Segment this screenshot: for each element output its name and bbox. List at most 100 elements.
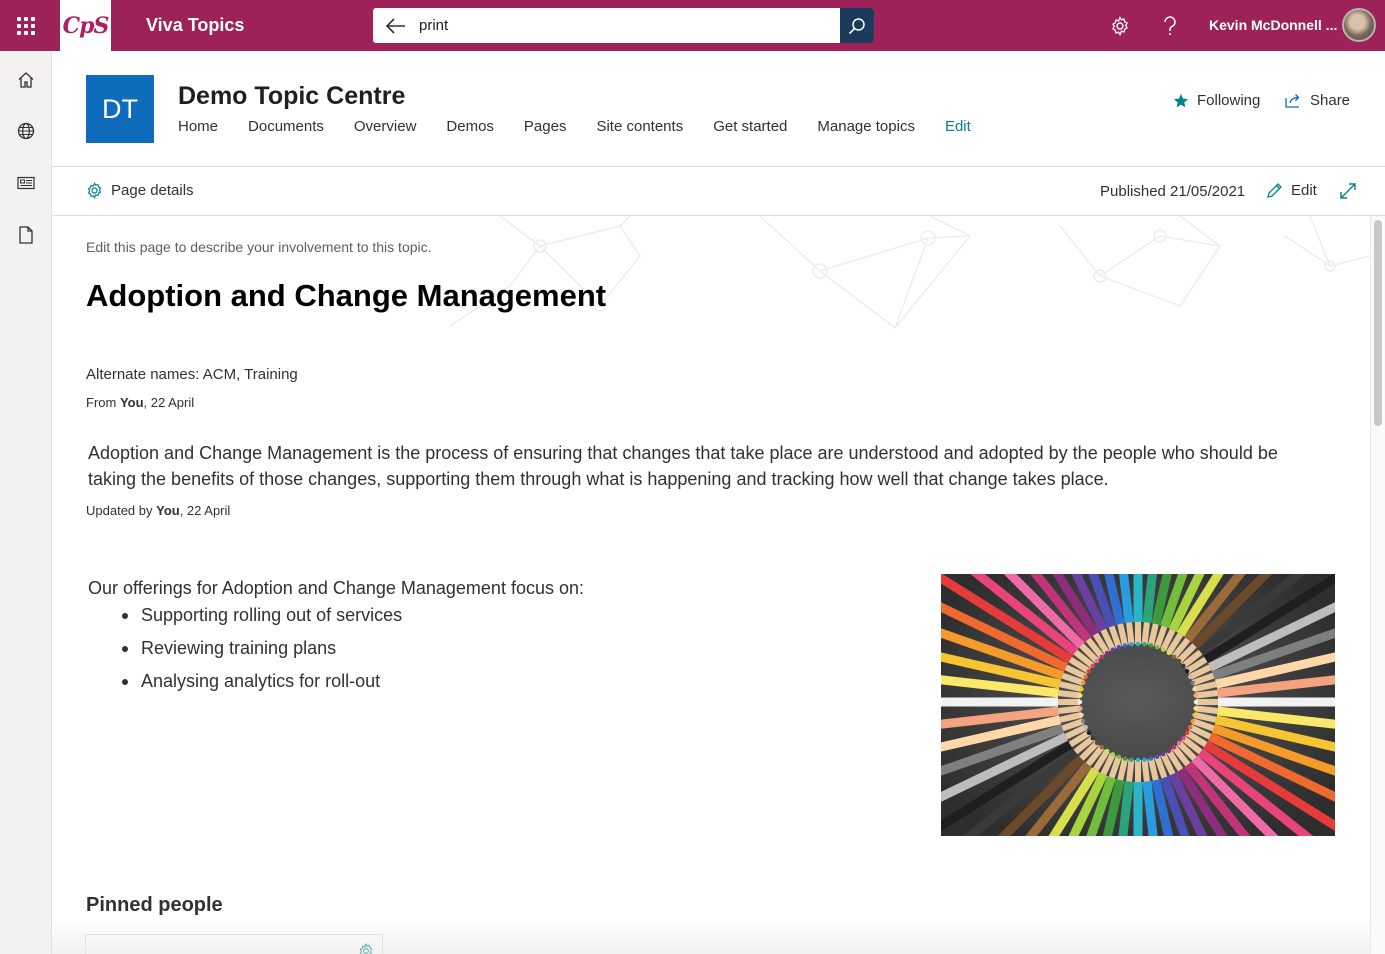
page-details-label: Page details [111, 182, 194, 199]
pencil-lead [1083, 724, 1088, 730]
nav-pages[interactable]: Pages [524, 118, 567, 135]
pencil-lead [1077, 699, 1083, 705]
updated-author[interactable]: You [156, 503, 180, 518]
site-navigation: Home Documents Overview Demos Pages Site… [178, 118, 1001, 135]
pencil-lead [1078, 693, 1083, 698]
pencil-lead [1116, 754, 1122, 759]
pinned-person-card[interactable] [85, 934, 383, 954]
pencil-lead [1083, 674, 1088, 680]
list-item: Analysing analytics for roll-out [121, 670, 402, 703]
share-icon [1285, 94, 1300, 108]
search-box [373, 8, 874, 43]
search-icon[interactable] [840, 8, 874, 43]
pencil-lead [1090, 663, 1095, 669]
nav-overview[interactable]: Overview [354, 118, 417, 135]
page-scrollbar[interactable] [1370, 216, 1385, 954]
list-item: Reviewing training plans [121, 637, 402, 670]
published-date: Published 21/05/2021 [1100, 183, 1246, 200]
nav-manage-topics[interactable]: Manage topics [817, 118, 915, 135]
pencil-lead [1154, 645, 1160, 650]
from-author[interactable]: You [120, 395, 144, 410]
site-title[interactable]: Demo Topic Centre [178, 82, 405, 111]
nav-demos[interactable]: Demos [446, 118, 494, 135]
from-date: , 22 April [143, 395, 195, 410]
pencil-lead [1099, 745, 1105, 750]
updated-prefix: Updated by [86, 503, 157, 518]
pencil-lead [1094, 658, 1100, 664]
pencil-lead [1086, 668, 1092, 674]
help-icon[interactable] [1157, 13, 1183, 39]
pencil-lead [1116, 645, 1122, 650]
pencil-lead [1166, 748, 1172, 754]
following-button[interactable]: Following [1173, 92, 1260, 109]
search-input[interactable] [419, 8, 840, 43]
news-icon[interactable] [14, 171, 38, 195]
pinned-people-heading: Pinned people [86, 894, 223, 916]
pencil-tip [1195, 690, 1218, 699]
updated-attribution: Updated by You, 22 April [86, 503, 230, 518]
app-launcher-icon[interactable] [0, 0, 51, 51]
following-label: Following [1197, 92, 1261, 109]
org-logo-text: CpS [62, 12, 110, 39]
gear-icon [87, 182, 102, 199]
page-details-button[interactable]: Page details [86, 182, 194, 199]
back-arrow-icon[interactable] [373, 8, 419, 43]
app-title[interactable]: Viva Topics [146, 15, 244, 36]
pencil-lead [1160, 647, 1166, 652]
pencil-lead [1176, 740, 1182, 746]
pencil-icon [1267, 183, 1282, 198]
pencil-lead [1190, 718, 1195, 724]
pencil-lead [1154, 754, 1160, 759]
pencil-tip [1126, 759, 1135, 782]
pencil-lead [1081, 718, 1086, 724]
pencil-lead [1090, 735, 1095, 741]
settings-gear-icon[interactable] [1107, 13, 1133, 39]
pencil-lead [1160, 752, 1166, 757]
pencil-lead [1079, 686, 1084, 692]
pencil-lead [1104, 650, 1110, 656]
home-icon[interactable] [14, 68, 38, 92]
edit-page-button[interactable]: Edit [1266, 182, 1317, 199]
scroll-thumb[interactable] [1374, 220, 1382, 426]
user-avatar[interactable] [1342, 8, 1376, 42]
left-app-bar [0, 51, 52, 954]
pencil-lead [1193, 699, 1199, 705]
pencil-lead [1190, 680, 1195, 686]
pencil-lead [1188, 674, 1193, 680]
org-logo[interactable]: CpS [60, 0, 111, 51]
document-icon[interactable] [14, 223, 38, 247]
topic-description: Adoption and Change Management is the pr… [88, 443, 1278, 489]
topic-title: Adoption and Change Management [86, 278, 607, 313]
pencil-lead [1135, 757, 1141, 763]
globe-icon[interactable] [14, 119, 38, 143]
user-name[interactable]: Kevin McDonnell ... [1209, 17, 1337, 33]
pencil-lead [1193, 693, 1198, 698]
expand-icon[interactable] [1338, 181, 1358, 201]
pencil-tip [1141, 622, 1150, 645]
pencil-lead [1142, 642, 1147, 647]
pencil-lead [1135, 641, 1141, 647]
pencil-lead [1129, 757, 1134, 762]
nav-site-contents[interactable]: Site contents [596, 118, 683, 135]
pencil-lead [1110, 752, 1116, 757]
updated-date: , 22 April [179, 503, 231, 518]
pencil-tip [1141, 759, 1150, 782]
nav-home[interactable]: Home [178, 118, 218, 135]
pencil-lead [1086, 730, 1092, 736]
edit-label: Edit [1291, 182, 1317, 199]
colored-pencils-image [941, 574, 1335, 836]
share-button[interactable]: Share [1285, 92, 1350, 109]
nav-edit-link[interactable]: Edit [945, 118, 971, 135]
suite-bar: CpS Viva Topics Kevin McDonnell ... [0, 0, 1385, 51]
site-logo[interactable]: DT [86, 75, 154, 143]
star-filled-icon [1173, 93, 1189, 107]
pencil-lead [1148, 643, 1154, 648]
card-settings-icon[interactable] [358, 943, 374, 954]
edit-hint-text: Edit this page to describe your involvem… [86, 239, 432, 255]
nav-get-started[interactable]: Get started [713, 118, 787, 135]
from-prefix: From [86, 395, 120, 410]
pencil-tip [1058, 705, 1081, 714]
nav-documents[interactable]: Documents [248, 118, 324, 135]
pencil-lead [1184, 730, 1190, 736]
pencil-lead [1104, 748, 1110, 754]
